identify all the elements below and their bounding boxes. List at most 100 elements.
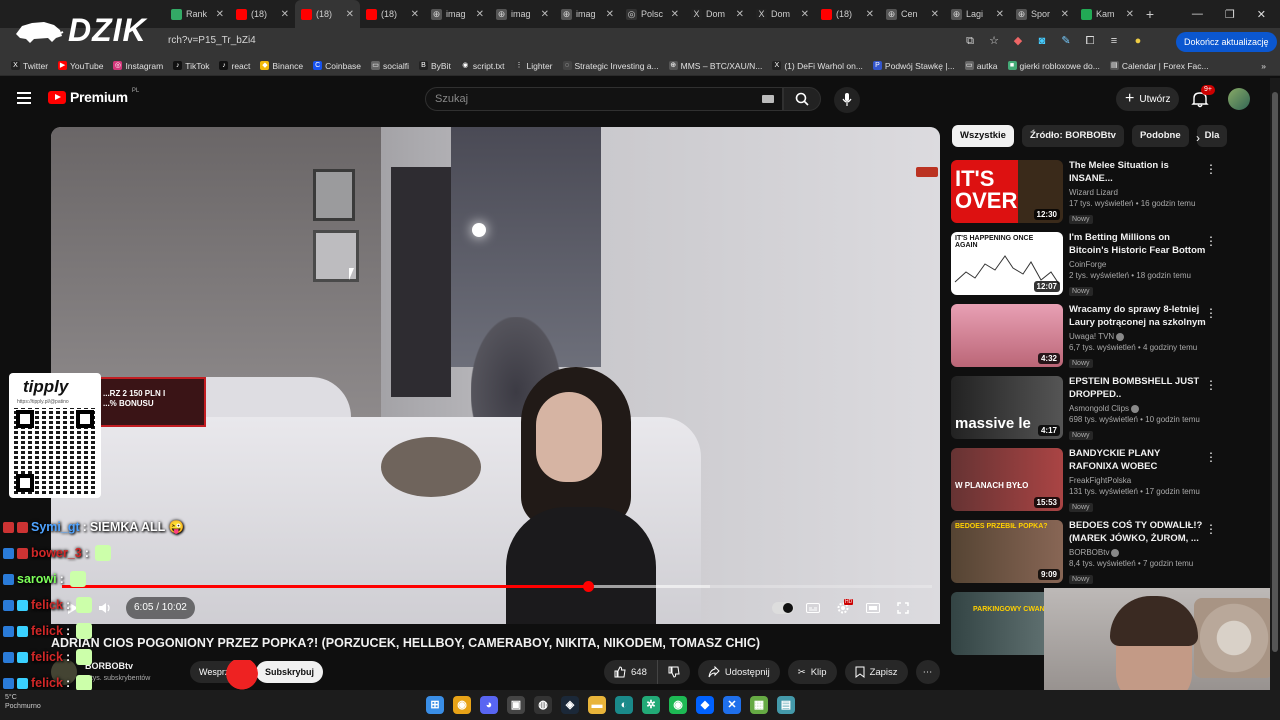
puzzle-icon[interactable]: ⧠ [1082, 33, 1098, 49]
windows-icon[interactable]: ⊞ [426, 696, 444, 714]
theater-mode-button[interactable] [862, 597, 884, 619]
share-button[interactable]: Udostępnij [697, 660, 780, 684]
clip-button[interactable]: ✂ Klip [787, 660, 837, 684]
minimize-icon[interactable]: — [1192, 8, 1203, 20]
browser-tab[interactable]: X Dom ✕ [750, 0, 815, 28]
chevron-right-icon[interactable]: › [1196, 131, 1200, 145]
recommendation-title[interactable]: BEDOES COŚ TY ODWALIŁ!? (MAREK JÓWKO, ŻU… [1069, 520, 1209, 545]
video-thumbnail[interactable]: W PLANACH BYŁO 15:53 [951, 448, 1063, 511]
bookmark-item[interactable]: C Coinbase [308, 61, 366, 71]
bookmark-item[interactable]: X Twitter [6, 61, 53, 71]
recommendation-item[interactable]: IT'S HAPPENING ONCE AGAIN 12:07 I'm Bettin… [951, 232, 1223, 304]
spotify-icon[interactable]: ◉ [669, 696, 687, 714]
recommendation-title[interactable]: I'm Betting Millions on Bitcoin's Histor… [1069, 232, 1209, 257]
browser-tab[interactable]: ⊕ Spor ✕ [1010, 0, 1075, 28]
browser-tab[interactable]: ⊕ imag ✕ [555, 0, 620, 28]
browser-tab[interactable]: (18) ✕ [815, 0, 880, 28]
recommendation-item[interactable]: 4:32 Wracamy do sprawy 8-letniej Laury po… [951, 304, 1223, 376]
bookmarks-overflow-button[interactable]: » [1261, 56, 1266, 76]
browser-tab[interactable]: ⊕ Lagi ✕ [945, 0, 1010, 28]
maximize-icon[interactable]: ❐ [1225, 8, 1235, 21]
minecraft-icon[interactable]: ▦ [750, 696, 768, 714]
tab-close-icon[interactable]: ✕ [541, 9, 549, 20]
video-thumbnail[interactable]: IT'S OVER 12:30 [951, 160, 1063, 223]
video-thumbnail[interactable]: 4:32 [951, 304, 1063, 367]
browser-tab[interactable]: ⊕ imag ✕ [425, 0, 490, 28]
recommendation-channel[interactable]: Wizard Lizard [1069, 188, 1209, 197]
notepad-icon[interactable]: ▤ [777, 696, 795, 714]
subscribe-button[interactable]: Subskrybuj [256, 661, 324, 683]
extension-icon[interactable]: ◙ [1034, 33, 1050, 49]
bookmark-item[interactable]: ▶ YouTube [53, 61, 108, 71]
close-window-icon[interactable]: ✕ [1257, 8, 1266, 21]
install-icon[interactable]: ⧉ [962, 33, 978, 49]
tab-close-icon[interactable]: ✕ [216, 9, 224, 20]
browser-tab[interactable]: (18) ✕ [295, 0, 360, 28]
more-options-icon[interactable]: ⋮ [1205, 522, 1217, 536]
new-tab-button[interactable]: + [1140, 6, 1160, 22]
account-avatar[interactable] [1228, 88, 1250, 110]
recommendation-title[interactable]: EPSTEIN BOMBSHELL JUST DROPPED.. [1069, 376, 1209, 401]
browser-tab[interactable]: ⊕ imag ✕ [490, 0, 555, 28]
more-options-icon[interactable]: ⋮ [1205, 450, 1217, 464]
tab-search-icon[interactable]: ≡ [1106, 33, 1122, 49]
recommendation-title[interactable]: BANDYCKIE PLANY RAFONIXA WOBEC SZYMOOLA … [1069, 448, 1209, 473]
bookmark-item[interactable]: ▤ Calendar | Forex Fac... [1105, 61, 1214, 71]
dropbox-icon[interactable]: ◆ [696, 696, 714, 714]
bookmark-item[interactable]: ⋮ Lighter [510, 61, 558, 71]
recommendation-channel[interactable]: CoinForge [1069, 260, 1209, 269]
filter-chip[interactable]: Wszystkie [952, 125, 1014, 147]
browser-tab[interactable]: ◎ Polsc ✕ [620, 0, 685, 28]
bookmark-item[interactable]: ⊕ MMS – BTC/XAU/N... [664, 61, 768, 71]
bookmark-item[interactable]: ▭ autka [960, 61, 1003, 71]
discord-icon[interactable]: ◕ [480, 696, 498, 714]
recommendation-title[interactable]: The Melee Situation is INSANE... [1069, 160, 1209, 185]
filter-chip[interactable]: Podobne [1131, 125, 1189, 147]
recommendation-item[interactable]: massive le 4:17 EPSTEIN BOMBSHELL JUST DRO… [951, 376, 1223, 448]
more-options-icon[interactable]: ⋮ [1205, 234, 1217, 248]
extension-icon[interactable]: ◆ [1010, 33, 1026, 49]
url-field[interactable]: rch?v=P15_Tr_bZi4 [168, 35, 256, 46]
bookmark-item[interactable]: ◌ Strategic Investing a... [558, 61, 664, 71]
steam-icon[interactable]: ◈ [561, 696, 579, 714]
recommendation-channel[interactable]: Uwaga! TVN [1069, 332, 1209, 341]
video-thumbnail[interactable]: IT'S HAPPENING ONCE AGAIN 12:07 [951, 232, 1063, 295]
more-options-icon[interactable]: ⋮ [1205, 162, 1217, 176]
browser-tab[interactable]: ⊕ Cen ✕ [880, 0, 945, 28]
recommendation-item[interactable]: IT'S OVER 12:30 The Melee Situation is INS… [951, 160, 1223, 232]
tab-close-icon[interactable]: ✕ [931, 9, 939, 20]
browser-tab[interactable]: Kam ✕ [1075, 0, 1140, 28]
recommendation-item[interactable]: W PLANACH BYŁO 15:53 BANDYCKIE PLANY RAFON… [951, 448, 1223, 520]
recommendation-channel[interactable]: Asmongold Clips [1069, 404, 1209, 413]
filter-chip[interactable]: Źródło: BORBOBtv [1021, 125, 1124, 147]
browser-tab[interactable]: Rank ✕ [165, 0, 230, 28]
tab-close-icon[interactable]: ✕ [281, 9, 289, 20]
bookmark-item[interactable]: B ByBit [414, 61, 456, 71]
weather-widget[interactable]: 5°C Pochmurno [5, 693, 41, 711]
folder-icon[interactable]: ▬ [588, 696, 606, 714]
page-scrollbar[interactable] [1270, 78, 1280, 690]
tab-close-icon[interactable]: ✕ [476, 9, 484, 20]
app-icon[interactable]: ▣ [507, 696, 525, 714]
more-options-icon[interactable]: ⋮ [1205, 306, 1217, 320]
bookmark-item[interactable]: P Podwój Stawkę |... [868, 61, 960, 71]
video-thumbnail[interactable]: BEDOES PRZEBIŁ POPKA? 9:09 [951, 520, 1063, 583]
settings-button[interactable]: HD [832, 597, 854, 619]
bookmark-item[interactable]: X (1) DeFi Warhol on... [767, 61, 868, 71]
keyboard-icon[interactable] [762, 95, 774, 103]
app2-icon[interactable]: ✲ [642, 696, 660, 714]
profile-icon[interactable]: ● [1130, 33, 1146, 49]
bookmark-item[interactable]: ♪ TikTok [168, 61, 214, 71]
excel-icon[interactable]: ✕ [723, 696, 741, 714]
dislike-button[interactable] [657, 660, 690, 684]
filter-chip[interactable]: Dla [1196, 125, 1228, 147]
browser-tab[interactable]: (18) ✕ [360, 0, 425, 28]
tab-close-icon[interactable]: ✕ [996, 9, 1004, 20]
bookmark-item[interactable]: ♪ react [214, 61, 255, 71]
browser-tab[interactable]: (18) ✕ [230, 0, 295, 28]
more-options-icon[interactable]: ⋮ [1205, 378, 1217, 392]
recommendation-title[interactable]: Wracamy do sprawy 8-letniej Laury potrąc… [1069, 304, 1209, 329]
bookmark-item[interactable]: ▭ socialfi [366, 61, 414, 71]
save-button[interactable]: Zapisz [844, 660, 908, 684]
youtube-logo[interactable]: Premium PL [48, 88, 139, 105]
